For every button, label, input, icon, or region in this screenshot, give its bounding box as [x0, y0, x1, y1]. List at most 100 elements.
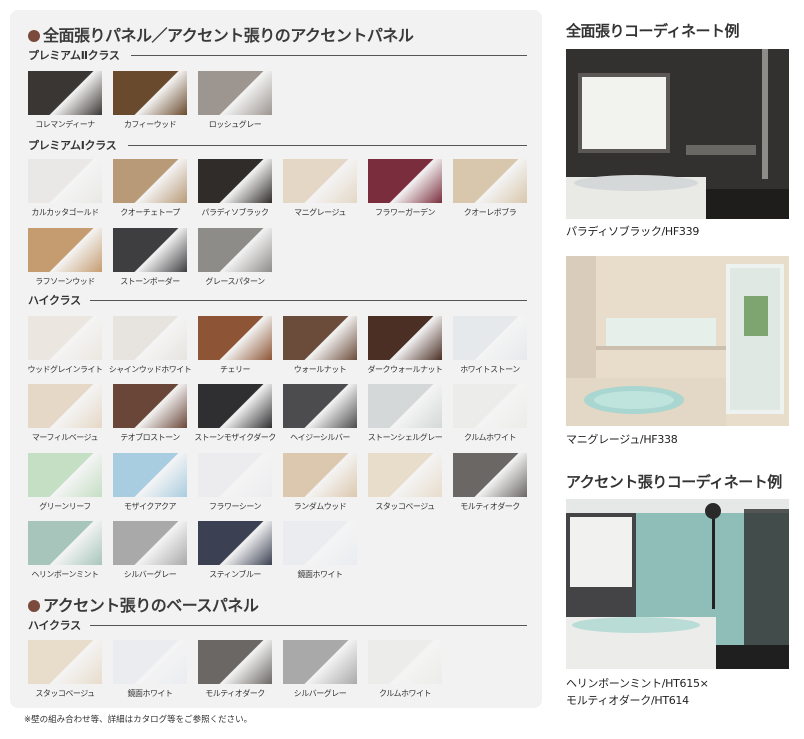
divider	[128, 145, 527, 146]
swatch-high	[283, 521, 357, 565]
swatch-high	[113, 453, 187, 497]
swatch-premium1	[113, 228, 187, 272]
photo3-caption-line2: モルティオダーク/HT614	[566, 694, 689, 707]
swatch-caption: グリーンリーフ	[39, 502, 91, 511]
swatch-caption: ヘイジーシルバー	[290, 433, 350, 442]
swatch-high	[28, 453, 102, 497]
accent-coordinate-title: アクセント張りコーディネート例	[566, 473, 782, 491]
swatch-high_base	[28, 640, 102, 684]
swatch-caption: カルカッタゴールド	[31, 208, 99, 217]
photo-herringbone-mint	[566, 499, 789, 669]
swatch-high	[283, 384, 357, 428]
swatch-caption: ランダムウッド	[293, 502, 347, 511]
section-heading-full-accent: 全面張りパネル／アクセント張りのアクセントパネル	[28, 22, 414, 46]
swatch-caption: ウッドグレインライト	[27, 365, 104, 374]
class-label-premium2: プレミアムⅡクラス	[28, 49, 120, 62]
swatch-high	[368, 316, 442, 360]
swatch-caption: モルティオダーク	[205, 689, 265, 698]
swatch-caption: ストーンボーダー	[120, 277, 180, 286]
swatch-high	[198, 453, 272, 497]
class-label-premium1: プレミアムⅠクラス	[28, 139, 117, 152]
swatch-high	[368, 384, 442, 428]
swatch-premium1	[368, 159, 442, 203]
swatch-premium1	[198, 159, 272, 203]
photo1-caption: パラディソブラック/HF339	[566, 225, 700, 238]
swatch-high	[453, 384, 527, 428]
photo2-caption: マニグレージュ/HF338	[566, 433, 678, 446]
swatch-premium1	[198, 228, 272, 272]
swatch-high_base	[283, 640, 357, 684]
swatch-caption: チェリー	[220, 365, 251, 374]
divider	[90, 625, 527, 626]
swatch-caption: フラワーシーン	[209, 502, 261, 511]
swatch-caption: クオーレボブラ	[463, 208, 517, 217]
swatch-caption: グレースパターン	[205, 277, 265, 286]
swatch-caption: ロッシュグレー	[208, 120, 262, 129]
swatch-premium2	[113, 71, 187, 115]
full-coordinate-title: 全面張りコーディネート例	[566, 22, 739, 40]
swatch-premium1	[453, 159, 527, 203]
swatch-caption: マニグレージュ	[294, 208, 346, 217]
swatch-high_base	[198, 640, 272, 684]
swatch-high	[198, 521, 272, 565]
swatch-high	[113, 316, 187, 360]
swatch-high	[198, 316, 272, 360]
swatch-caption: ストーンシェルグレー	[367, 433, 443, 442]
swatch-high	[368, 453, 442, 497]
swatch-high	[453, 453, 527, 497]
swatch-caption: ウォールナット	[293, 365, 347, 374]
swatch-caption: シャインウッドホワイト	[108, 365, 192, 374]
class-label-high: ハイクラス	[28, 294, 81, 307]
swatch-caption: ストーンモザイクダーク	[194, 433, 276, 442]
swatch-caption: クオーチェトープ	[120, 208, 180, 217]
swatch-caption: パラディソブラック	[201, 208, 269, 217]
swatch-high_base	[113, 640, 187, 684]
swatch-premium1	[283, 159, 357, 203]
swatch-premium2	[28, 71, 102, 115]
swatch-premium1	[28, 159, 102, 203]
swatch-high	[283, 453, 357, 497]
swatch-caption: 鏡面ホワイト	[297, 570, 344, 579]
swatch-premium1	[28, 228, 102, 272]
swatch-high	[113, 384, 187, 428]
swatch-caption: ラフソーンウッド	[35, 277, 95, 286]
swatch-premium2	[198, 71, 272, 115]
swatch-caption: シルバーグレー	[293, 689, 347, 698]
divider	[90, 300, 527, 301]
swatch-high	[198, 384, 272, 428]
bullet-dot-icon	[28, 30, 40, 42]
photo-paradiso-black	[566, 49, 789, 219]
section-heading-text: アクセント張りのベースパネル	[43, 596, 259, 615]
swatch-caption: コレマンディーナ	[35, 120, 95, 129]
swatch-caption: フラワーガーデン	[375, 208, 436, 217]
photo-mani-greige	[566, 256, 789, 426]
section-heading-base: アクセント張りのベースパネル	[28, 592, 259, 616]
class-label-high-base: ハイクラス	[28, 619, 81, 632]
swatch-caption: ヘリンボーンミント	[31, 570, 99, 579]
swatch-high	[283, 316, 357, 360]
footnote: ※壁の組み合わせ等、詳細はカタログ等をご参照ください。	[24, 715, 253, 725]
swatch-caption: クルムホワイト	[463, 433, 517, 442]
section-heading-text: 全面張りパネル／アクセント張りのアクセントパネル	[43, 26, 414, 45]
swatch-high	[113, 521, 187, 565]
swatch-caption: カフィーウッド	[123, 120, 177, 129]
swatch-caption: モルティオダーク	[460, 502, 520, 511]
swatch-caption: マーフィルベージュ	[31, 433, 99, 442]
swatch-high_base	[368, 640, 442, 684]
swatch-caption: 鏡面ホワイト	[127, 689, 174, 698]
swatch-caption: クルムホワイト	[378, 689, 432, 698]
swatch-high	[28, 384, 102, 428]
swatch-high	[453, 316, 527, 360]
swatch-premium1	[113, 159, 187, 203]
swatch-caption: スタッコベージュ	[375, 502, 435, 511]
swatch-caption: シルバーグレー	[123, 570, 177, 579]
swatch-caption: ホワイトストーン	[460, 365, 520, 374]
swatch-caption: モザイクアクア	[124, 502, 176, 511]
swatch-caption: ダークウォールナット	[367, 365, 444, 374]
swatch-high	[28, 521, 102, 565]
swatch-caption: テオブロストーン	[120, 433, 180, 442]
swatch-caption: スタッコベージュ	[35, 689, 95, 698]
swatch-caption: スティンブルー	[209, 570, 261, 579]
photo3-caption-line1: ヘリンボーンミント/HT615×	[566, 677, 709, 690]
swatch-high	[28, 316, 102, 360]
